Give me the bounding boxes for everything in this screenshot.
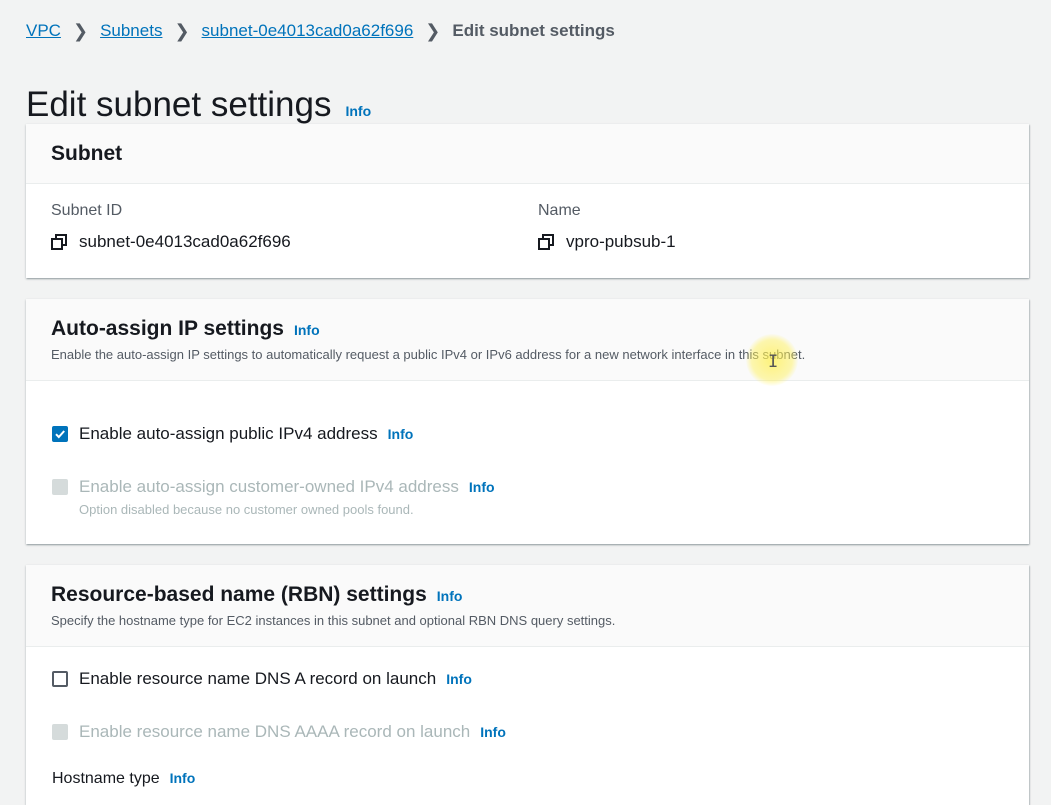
subnet-name-value-row: vpro-pubsub-1 bbox=[538, 232, 676, 252]
breadcrumb-subnet-id-link[interactable]: subnet-0e4013cad0a62f696 bbox=[202, 21, 414, 41]
dns-aaaa-label: Enable resource name DNS AAAA record on … bbox=[79, 722, 471, 741]
hostname-type-label: Hostname type bbox=[52, 770, 160, 787]
page-title: Edit subnet settings Info bbox=[26, 85, 371, 129]
checkmark-icon bbox=[55, 430, 65, 439]
chevron-right-icon: ❯ bbox=[174, 20, 190, 41]
dns-a-option[interactable]: Enable resource name DNS A record on lau… bbox=[52, 669, 472, 689]
subnet-id-value: subnet-0e4013cad0a62f696 bbox=[79, 232, 291, 251]
rbn-card-header: Resource-based name (RBN) settings Info … bbox=[26, 565, 1029, 647]
customer-owned-help-text: Option disabled because no customer owne… bbox=[79, 502, 414, 517]
hostname-type-info-link[interactable]: Info bbox=[170, 770, 196, 786]
chevron-right-icon: ❯ bbox=[425, 20, 441, 41]
dns-aaaa-option: Enable resource name DNS AAAA record on … bbox=[52, 722, 506, 742]
subnet-name-field: Name vpro-pubsub-1 bbox=[538, 202, 676, 252]
rbn-description: Specify the hostname type for EC2 instan… bbox=[51, 613, 616, 628]
ipv4-option[interactable]: Enable auto-assign public IPv4 address I… bbox=[52, 424, 413, 444]
dns-aaaa-info-link[interactable]: Info bbox=[480, 724, 506, 740]
subnet-card: Subnet Subnet ID subnet-0e4013cad0a62f69… bbox=[26, 124, 1029, 278]
dns-aaaa-checkbox bbox=[52, 724, 68, 740]
dns-a-label[interactable]: Enable resource name DNS A record on lau… bbox=[79, 669, 436, 689]
copy-icon[interactable] bbox=[51, 234, 67, 250]
auto-assign-description: Enable the auto-assign IP settings to au… bbox=[51, 347, 806, 362]
ipv4-info-link[interactable]: Info bbox=[388, 426, 414, 442]
customer-owned-info-link[interactable]: Info bbox=[469, 479, 495, 495]
breadcrumb-subnets-link[interactable]: Subnets bbox=[100, 21, 162, 41]
dns-a-checkbox[interactable] bbox=[52, 671, 68, 687]
ipv4-checkbox[interactable] bbox=[52, 426, 68, 442]
rbn-info-link[interactable]: Info bbox=[437, 588, 463, 604]
subnet-id-field: Subnet ID subnet-0e4013cad0a62f696 bbox=[51, 202, 291, 252]
subnet-name-label: Name bbox=[538, 202, 581, 219]
subnet-id-label: Subnet ID bbox=[51, 202, 123, 219]
subnet-card-header: Subnet bbox=[26, 124, 1029, 184]
breadcrumb-vpc-link[interactable]: VPC bbox=[26, 21, 61, 41]
rbn-card-title: Resource-based name (RBN) settings Info bbox=[51, 583, 1004, 607]
subnet-id-value-row: subnet-0e4013cad0a62f696 bbox=[51, 232, 291, 252]
ipv4-label[interactable]: Enable auto-assign public IPv4 address bbox=[79, 424, 378, 444]
page-info-link[interactable]: Info bbox=[345, 103, 371, 119]
customer-owned-option: Enable auto-assign customer-owned IPv4 a… bbox=[52, 477, 495, 497]
customer-owned-label: Enable auto-assign customer-owned IPv4 a… bbox=[79, 477, 459, 496]
auto-assign-card-header: Auto-assign IP settings Info Enable the … bbox=[26, 299, 1029, 381]
rbn-title-text: Resource-based name (RBN) settings bbox=[51, 583, 427, 606]
auto-assign-card-title: Auto-assign IP settings Info bbox=[51, 317, 1004, 341]
hostname-type-label-row: Hostname type Info bbox=[52, 770, 195, 788]
auto-assign-title-text: Auto-assign IP settings bbox=[51, 317, 284, 340]
chevron-right-icon: ❯ bbox=[72, 20, 89, 41]
subnet-card-title: Subnet bbox=[51, 141, 123, 165]
customer-owned-checkbox bbox=[52, 479, 68, 495]
auto-assign-info-link[interactable]: Info bbox=[294, 322, 320, 338]
dns-a-info-link[interactable]: Info bbox=[446, 671, 472, 687]
breadcrumb-current: Edit subnet settings bbox=[452, 21, 615, 40]
rbn-settings-card: Resource-based name (RBN) settings Info … bbox=[26, 565, 1029, 805]
page-title-text: Edit subnet settings bbox=[26, 85, 332, 125]
auto-assign-ip-card: Auto-assign IP settings Info Enable the … bbox=[26, 299, 1029, 544]
copy-icon[interactable] bbox=[538, 234, 554, 250]
breadcrumb: VPC ❯ Subnets ❯ subnet-0e4013cad0a62f696… bbox=[26, 20, 615, 42]
subnet-name-value: vpro-pubsub-1 bbox=[566, 232, 676, 251]
